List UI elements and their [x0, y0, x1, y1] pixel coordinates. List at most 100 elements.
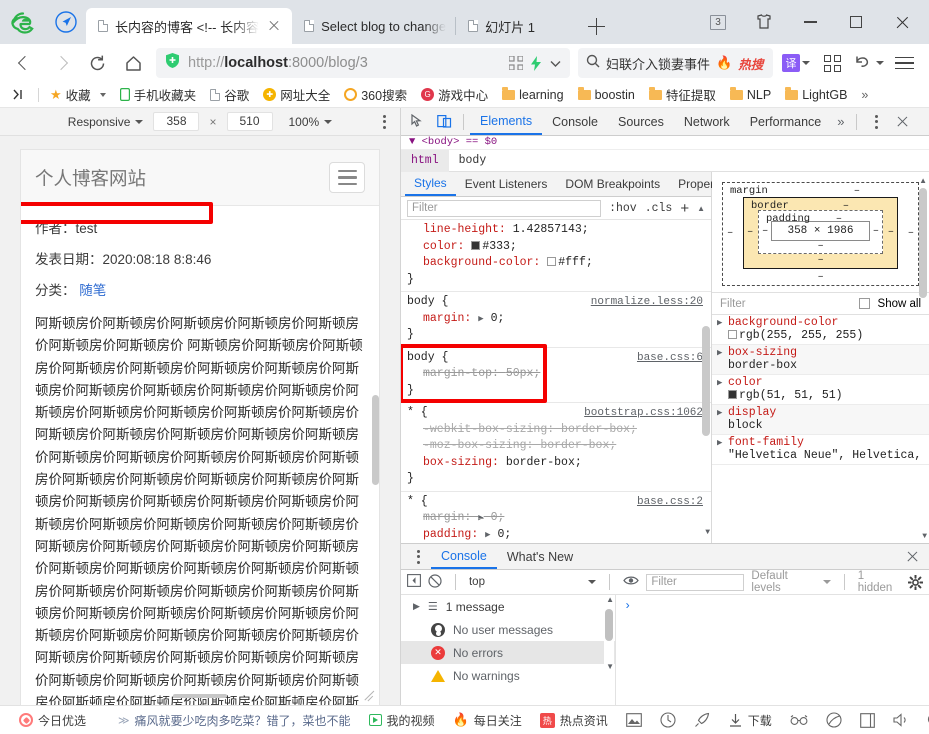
css-declaration[interactable]: padding: ▶ 0; — [401, 527, 711, 544]
console-output[interactable]: › — [616, 595, 929, 705]
devtools-tab-console[interactable]: Console — [542, 108, 608, 135]
subtab-dom-breakpoints[interactable]: DOM Breakpoints — [556, 172, 669, 196]
styles-scrollbar[interactable] — [702, 222, 710, 541]
devtools-settings-button[interactable] — [863, 110, 889, 134]
scroll-up-icon[interactable]: ▲ — [606, 595, 614, 604]
home-button[interactable] — [116, 48, 150, 78]
scrollbar-thumb[interactable] — [702, 326, 710, 436]
expand-icon[interactable]: ▶ — [478, 314, 483, 324]
devtools-tabs-overflow[interactable]: » — [831, 114, 850, 129]
browser-tab-2[interactable]: 幻灯片 1 — [456, 8, 576, 44]
console-sidebar-scrollbar[interactable]: ▲ ▼ — [604, 595, 614, 705]
maximize-button[interactable] — [833, 2, 879, 42]
hov-button[interactable]: :hov — [609, 202, 637, 215]
console-sidebar-item-messages[interactable]: ▶ ☰ 1 message — [401, 595, 615, 618]
skin-button[interactable] — [741, 2, 787, 42]
inspect-element-button[interactable] — [405, 110, 431, 134]
bookmark-feature[interactable]: 特征提取 — [642, 84, 723, 106]
bookmark-favorites[interactable]: ★ 收藏 — [43, 84, 113, 106]
chevron-down-icon[interactable] — [549, 57, 562, 70]
padding-top-value[interactable]: – — [836, 213, 842, 225]
css-declaration[interactable]: margin: ▶ 0; — [401, 311, 711, 328]
css-declaration[interactable]: box-sizing: border-box; — [401, 455, 711, 472]
zoom-select[interactable]: 100% — [289, 115, 333, 129]
toggle-device-toolbar-button[interactable] — [431, 110, 457, 134]
console-sidebar-item-user-messages[interactable]: No user messages — [401, 618, 615, 641]
devtools-close-button[interactable] — [889, 110, 915, 134]
border-left-value[interactable]: – — [747, 226, 753, 238]
device-options-button[interactable] — [383, 114, 386, 129]
devtools-tab-performance[interactable]: Performance — [740, 108, 832, 135]
bookmark-gamecenter[interactable]: G 游戏中心 — [414, 84, 495, 106]
device-height-input[interactable]: 510 — [226, 112, 273, 131]
margin-bottom-value[interactable]: – — [818, 271, 824, 283]
status-window-tool[interactable] — [851, 712, 884, 728]
breadcrumb-body[interactable]: body — [449, 150, 497, 172]
css-selector[interactable]: body { — [407, 294, 448, 311]
expand-icon[interactable]: ▶ — [717, 408, 722, 418]
computed-property-row[interactable]: ▶ background-color rgb(255, 255, 255) — [712, 315, 929, 345]
bookmarks-expand-button[interactable] — [6, 84, 34, 106]
computed-property-name[interactable]: ▶ font-family — [712, 436, 929, 449]
css-rule[interactable]: body { normalize.less:20 margin: ▶ 0; } — [401, 292, 711, 348]
css-origin-link[interactable]: base.css:6 — [637, 350, 703, 367]
css-rule[interactable]: * { base.css:2 margin: ▶ 0; padding: ▶ 0… — [401, 492, 711, 544]
computed-property-name[interactable]: ▶ color — [712, 376, 929, 389]
css-rule[interactable]: line-height: 1.42857143; color: #333; ba… — [401, 220, 711, 292]
css-declaration[interactable]: margin: ▶ 0; — [401, 510, 711, 527]
status-daily-follow[interactable]: 🔥 每日关注 — [444, 712, 531, 729]
reload-button[interactable] — [80, 48, 114, 78]
bookmarks-overflow-button[interactable]: » — [854, 84, 875, 106]
margin-left-value[interactable]: – — [727, 227, 733, 239]
status-shield-tool[interactable] — [817, 712, 851, 728]
cls-button[interactable]: .cls — [645, 202, 673, 215]
console-levels-select[interactable]: Default levels — [751, 570, 831, 594]
search-box[interactable]: 妇联介入锁妻事件 🔥 热搜 — [578, 48, 773, 78]
drawer-tab-console[interactable]: Console — [431, 544, 497, 569]
page-scrollbar[interactable] — [372, 395, 379, 485]
computed-property-name[interactable]: ▶ background-color — [712, 316, 929, 329]
category-link[interactable]: 随笔 — [79, 283, 106, 298]
address-bar[interactable]: http://localhost:8000/blog/3 — [156, 48, 570, 78]
close-icon[interactable] — [266, 18, 282, 34]
padding-left-value[interactable]: – — [762, 225, 768, 237]
breadcrumb-html[interactable]: html — [401, 149, 449, 172]
color-swatch[interactable] — [471, 240, 481, 250]
status-download[interactable]: 下载 — [719, 712, 781, 729]
navigator-icon[interactable] — [46, 0, 86, 44]
css-origin-link[interactable]: normalize.less:20 — [591, 294, 703, 311]
forward-button[interactable] — [44, 48, 78, 78]
computed-property-row[interactable]: ▶ display block — [712, 405, 929, 435]
expand-icon[interactable]: ▶ — [717, 378, 722, 388]
status-rocket-tool[interactable] — [685, 712, 719, 728]
minimize-button[interactable] — [787, 2, 833, 42]
console-context-select[interactable]: top — [469, 576, 597, 588]
computed-property-row[interactable]: ▶ color rgb(51, 51, 51) — [712, 375, 929, 405]
page-viewport[interactable]: 个人博客网站 作者：test 发表日期：2020:08:18 8:8:46 分类… — [21, 150, 379, 705]
devtools-tab-sources[interactable]: Sources — [608, 108, 674, 135]
box-model-padding[interactable]: padding – – – – 358 × 1986 — [758, 210, 883, 254]
expand-icon[interactable]: ▶ — [717, 348, 722, 358]
computed-property-row[interactable]: ▶ box-sizing border-box — [712, 345, 929, 375]
site-menu-toggle[interactable] — [329, 162, 365, 193]
padding-bottom-value[interactable]: – — [818, 240, 824, 252]
bookmark-360search[interactable]: 360搜索 — [337, 84, 414, 106]
console-sidebar-item-warnings[interactable]: No warnings — [401, 664, 615, 687]
scroll-down-icon[interactable]: ▼ — [705, 525, 710, 542]
expand-icon[interactable]: ▶ — [413, 601, 420, 612]
expand-icon[interactable]: ▶ — [485, 530, 490, 540]
css-rule[interactable]: * { bootstrap.css:1062 -webkit-box-sizin… — [401, 403, 711, 492]
browser-tab-0[interactable]: 长内容的博客 <!-- 长内容 — [86, 8, 293, 44]
apps-button[interactable] — [815, 48, 849, 78]
bookmark-mobile[interactable]: 手机收藏夹 — [113, 84, 204, 106]
status-hot-news[interactable]: 热 热点资讯 — [531, 712, 617, 729]
drawer-close-button[interactable] — [899, 545, 925, 569]
back-button[interactable] — [8, 48, 42, 78]
device-select[interactable]: Responsive — [68, 115, 144, 129]
subtab-styles[interactable]: Styles — [405, 172, 456, 196]
bookmark-boosting[interactable]: boostin — [571, 84, 642, 106]
css-rule-highlighted[interactable]: body { base.css:6 margin-top: 50px; } — [401, 343, 711, 403]
computed-filter-input[interactable]: Filter — [720, 298, 851, 310]
lightning-icon[interactable] — [530, 55, 542, 71]
css-declaration[interactable]: color: #333; — [401, 239, 711, 256]
